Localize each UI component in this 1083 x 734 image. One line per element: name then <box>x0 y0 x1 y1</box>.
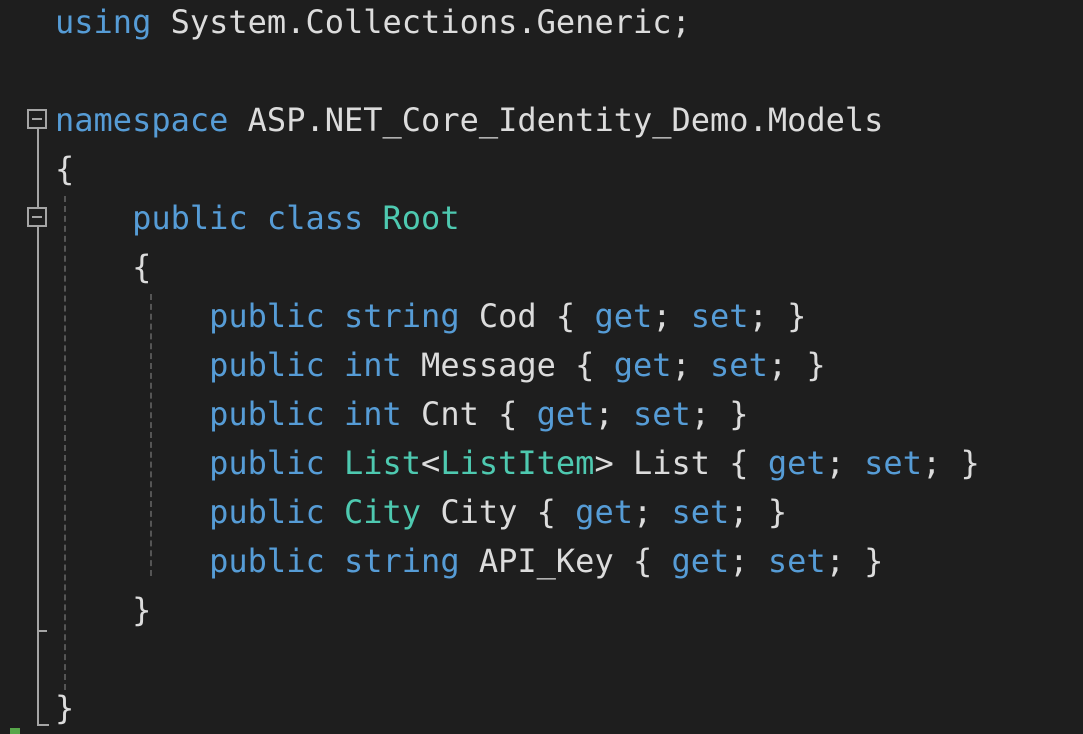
keyword-token: set <box>767 542 826 580</box>
text-token: ; } <box>921 444 980 482</box>
code-line[interactable]: public class Root <box>55 194 460 243</box>
keyword-token: class <box>266 199 364 237</box>
keyword-token: get <box>536 395 595 433</box>
text-token: ; } <box>748 297 807 335</box>
text-token: ; <box>671 346 711 384</box>
keyword-token: public <box>209 542 325 580</box>
text-token: ; <box>729 542 768 580</box>
code-line[interactable]: public string API_Key { get; set; } <box>55 537 883 586</box>
keyword-token: get <box>594 297 653 335</box>
keyword-token: namespace <box>55 101 229 139</box>
text-token: ; <box>594 395 633 433</box>
keyword-token: public <box>209 493 325 531</box>
collapse-class-icon[interactable] <box>27 207 47 227</box>
keyword-token: string <box>343 297 460 335</box>
keyword-token: public <box>209 395 325 433</box>
type-token: ListItem <box>440 444 595 482</box>
keyword-token: set <box>864 444 922 482</box>
text-token: ; <box>652 297 691 335</box>
keyword-token: public <box>209 346 325 384</box>
keyword-token: get <box>671 542 730 580</box>
code-line[interactable]: public string Cod { get; set; } <box>55 292 806 341</box>
code-line[interactable]: public City City { get; set; } <box>55 488 787 537</box>
keyword-token: set <box>671 493 730 531</box>
class-outline-end <box>37 630 47 632</box>
text-token: API_Key { <box>459 542 672 580</box>
keyword-token: set <box>710 346 768 384</box>
keyword-token: int <box>343 395 402 433</box>
change-marker <box>10 728 20 734</box>
keyword-token: set <box>690 297 749 335</box>
code-line[interactable]: { <box>55 145 74 194</box>
text-token: City { <box>421 493 576 531</box>
keyword-token: get <box>575 493 633 531</box>
keyword-token: public <box>132 199 248 237</box>
type-token: List <box>343 444 422 482</box>
text-token: } <box>55 591 152 629</box>
code-line[interactable]: using System.Collections.Generic; <box>55 0 691 47</box>
text-token: System.Collections.Generic; <box>151 3 691 41</box>
code-line[interactable]: } <box>55 684 74 733</box>
keyword-token: public <box>209 297 325 335</box>
text-token: ; } <box>767 346 826 384</box>
text-token: ; } <box>729 493 788 531</box>
text-token: Cod { <box>459 297 595 335</box>
collapse-namespace-icon[interactable] <box>27 109 47 129</box>
text-token: { <box>55 248 152 286</box>
code-line[interactable]: public List<ListItem> List { get; set; } <box>55 439 980 488</box>
text-token: Message { <box>401 346 614 384</box>
text-token: ; } <box>690 395 749 433</box>
keyword-token: set <box>632 395 691 433</box>
code-line[interactable]: public int Message { get; set; } <box>55 341 826 390</box>
text-token: ; <box>632 493 672 531</box>
text-token: < <box>421 444 441 482</box>
keyword-token: using <box>55 3 152 41</box>
text-token: ; <box>825 444 865 482</box>
text-token: > List { <box>594 444 768 482</box>
text-token: Cnt { <box>401 395 537 433</box>
text-token: } <box>55 689 75 727</box>
keyword-token: string <box>343 542 460 580</box>
code-line[interactable]: public int Cnt { get; set; } <box>55 390 749 439</box>
text-token: ; } <box>825 542 884 580</box>
code-line[interactable]: namespace ASP.NET_Core_Identity_Demo.Mod… <box>55 96 883 145</box>
keyword-token: get <box>767 444 826 482</box>
code-line[interactable]: } <box>55 586 151 635</box>
namespace-outline-end <box>37 724 49 726</box>
text-token: ASP.NET_Core_Identity_Demo.Models <box>228 101 884 139</box>
type-token: Root <box>382 199 460 237</box>
keyword-token: get <box>613 346 672 384</box>
type-token: City <box>343 493 422 531</box>
code-editor[interactable]: using System.Collections.Generic; namespa… <box>0 0 1083 734</box>
keyword-token: public <box>209 444 325 482</box>
code-line[interactable]: { <box>55 243 151 292</box>
text-token: { <box>55 150 75 188</box>
keyword-token: int <box>343 346 402 384</box>
